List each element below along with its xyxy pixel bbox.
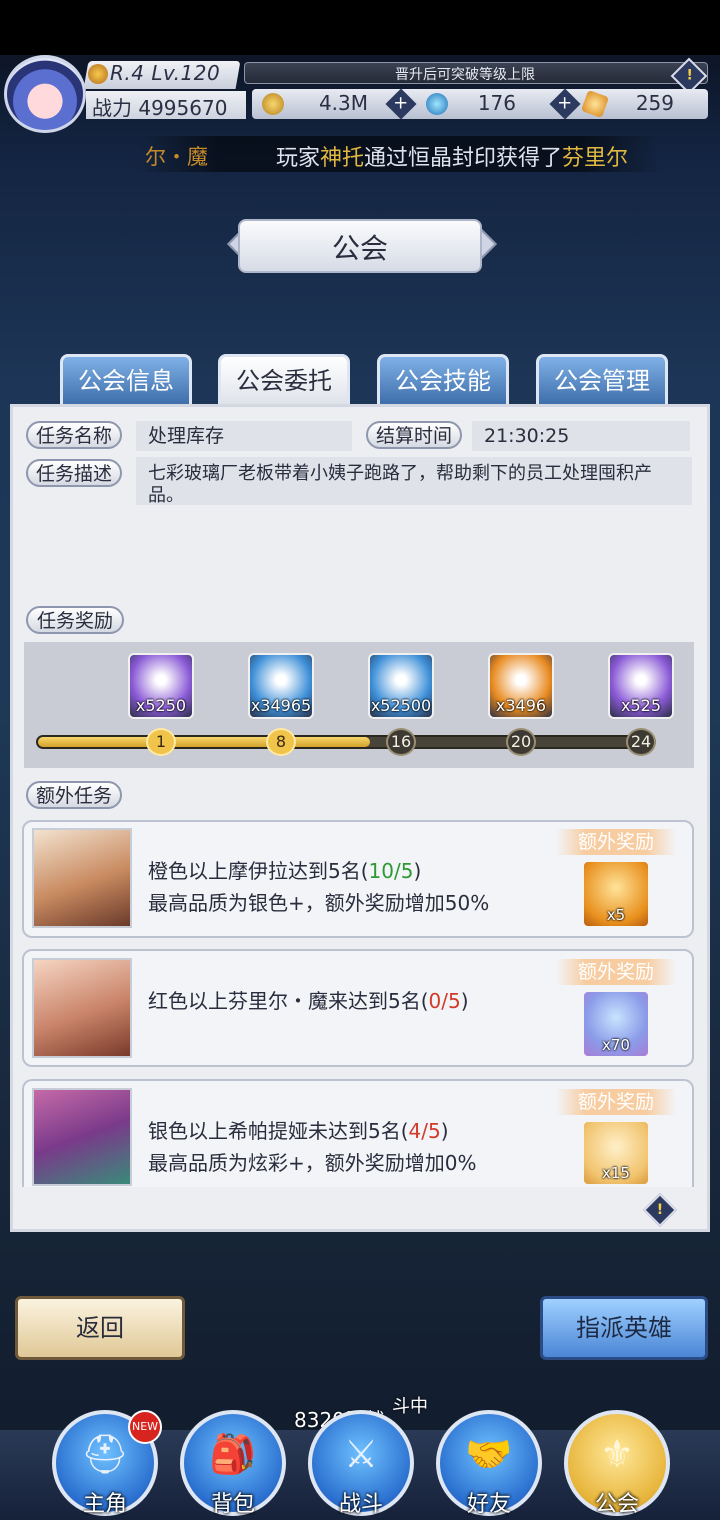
extra-task-condition: 银色以上希帕提娅未达到5名(4/5)	[148, 1119, 449, 1143]
page-title: 公会	[331, 232, 388, 265]
marquee-text: 玩家神托通过恒晶封印获得了芬里尔	[276, 146, 629, 171]
marquee-prev-fragment: 尔・魔	[145, 145, 208, 169]
reward-count: x52500	[370, 696, 432, 715]
bonus-reward-label: 额外奖励	[556, 1089, 676, 1115]
reward-count: x5250	[135, 696, 187, 715]
tab-guild-management[interactable]: 公会管理	[536, 354, 668, 404]
progress-node: 24	[626, 728, 656, 756]
bonus-reward-label: 额外奖励	[556, 829, 676, 855]
tab-guild-skills[interactable]: 公会技能	[377, 354, 509, 404]
bonus-reward-label: 额外奖励	[556, 959, 676, 985]
nav-battle-label: 战斗	[338, 1492, 383, 1517]
crossed-swords-icon: ⚔	[343, 1432, 379, 1476]
task-desc-value: 七彩玻璃厂老板带着小姨子跑路了，帮助剩下的员工处理囤积产品。	[136, 457, 692, 506]
power-label: 战力	[92, 96, 132, 120]
battle-status-sub: 斗中	[392, 1396, 428, 1417]
backpack-icon: 🎒	[209, 1432, 257, 1476]
gold-amount: 4.3M	[318, 91, 368, 115]
player-rank-level: R.4 Lv.120	[110, 61, 221, 85]
player-avatar[interactable]	[4, 55, 86, 133]
exp-bar-text: 晋升后可突破等级上限	[395, 67, 535, 83]
reward-count: x34965	[250, 696, 312, 715]
nav-backpack-label: 背包	[210, 1492, 255, 1517]
exclamation-icon: !	[686, 67, 693, 84]
task-reward-label: 任务奖励	[26, 606, 124, 634]
extra-task-label: 额外任务	[26, 781, 122, 809]
blue-gem-icon	[426, 93, 448, 115]
extra-task-quality: 最高品质为银色+，额外奖励增加50%	[148, 891, 490, 915]
task-desc-label: 任务描述	[26, 459, 122, 487]
settle-time-value: 21:30:25	[472, 421, 690, 451]
progress-node: 8	[266, 728, 296, 756]
bonus-count: x5	[606, 906, 626, 924]
back-button[interactable]: 返回	[15, 1296, 185, 1360]
handshake-icon: 🤝	[465, 1432, 513, 1476]
crystal-amount: 259	[635, 91, 674, 115]
tab-guild-info[interactable]: 公会信息	[60, 354, 192, 404]
extra-task-condition: 红色以上芬里尔・魔来达到5名(0/5)	[148, 989, 469, 1013]
gold-coin-icon	[262, 93, 284, 115]
combat-power: 战力 4995670	[92, 92, 227, 121]
task-name-value: 处理库存	[136, 421, 352, 451]
nav-friends-label: 好友	[466, 1492, 511, 1517]
guild-crest-icon: ⚜	[599, 1432, 635, 1476]
reward-track-area	[24, 642, 694, 768]
nav-guild-label: 公会	[594, 1492, 639, 1517]
gem-amount: 176	[477, 91, 516, 115]
progress-node: 1	[146, 728, 176, 756]
hero-portrait-fenrir	[32, 958, 132, 1058]
reward-count: x3496	[495, 696, 547, 715]
bonus-count: x70	[602, 1036, 630, 1054]
progress-node: 16	[386, 728, 416, 756]
extra-task-condition: 橙色以上摩伊拉达到5名(10/5)	[148, 859, 422, 883]
tab-guild-commission[interactable]: 公会委托	[218, 354, 350, 404]
hero-portrait-moira	[32, 828, 132, 928]
reward-progress-fill	[38, 737, 370, 747]
progress-node: 20	[506, 728, 536, 756]
bonus-count: x15	[602, 1164, 630, 1182]
rank-badge-icon	[88, 64, 108, 84]
assign-hero-button[interactable]: 指派英雄	[540, 1296, 708, 1360]
reward-count: x525	[620, 696, 661, 715]
player-header: R.4 Lv.120 战力 4995670 晋升后可突破等级上限 ! 4.3M …	[0, 55, 720, 133]
extra-task-quality: 最高品质为炫彩+，额外奖励增加0%	[148, 1151, 477, 1175]
exclamation-icon: !	[656, 1202, 664, 1218]
task-name-label: 任务名称	[26, 421, 122, 449]
new-badge: NEW	[128, 1410, 162, 1444]
settle-time-label: 结算时间	[366, 421, 462, 449]
nav-hero-label: 主角	[82, 1492, 127, 1517]
hero-portrait-hypatia	[32, 1088, 132, 1186]
power-value: 4995670	[138, 96, 228, 120]
status-bar	[0, 0, 720, 55]
